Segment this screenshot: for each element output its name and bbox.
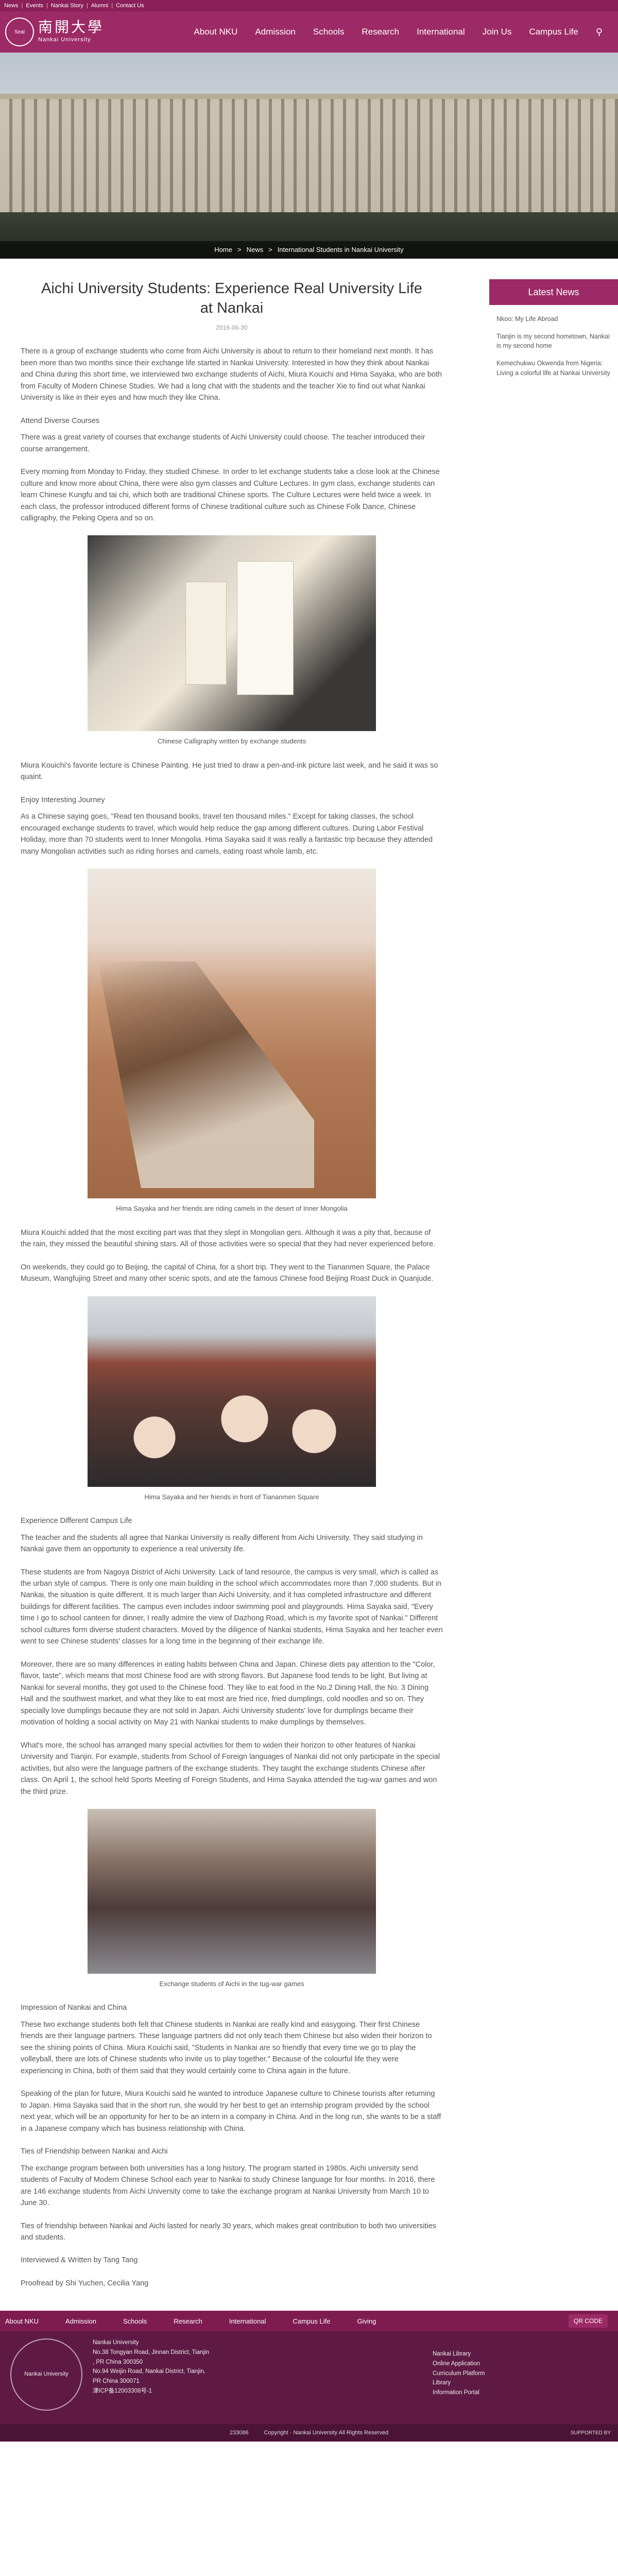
news-item[interactable]: Kemechukwu Okwenda from Nigeria: Living …: [496, 359, 611, 377]
nav-research[interactable]: Research: [362, 25, 399, 39]
footer-nav-campus-life[interactable]: Campus Life: [293, 2316, 330, 2327]
footer-address: Nankai University No.38 Tongyan Road, Ji…: [93, 2340, 210, 2394]
footer-links: Nankai Library Online Application Curric…: [433, 2338, 485, 2417]
footer-link[interactable]: Online Application: [433, 2360, 485, 2368]
article-paragraph: The exchange program between both univer…: [21, 2164, 435, 2208]
figure-caption: Chinese Calligraphy written by exchange …: [157, 737, 306, 745]
section-heading: Ties of Friendship between Nankai and Ai…: [21, 2147, 168, 2156]
figure-camels: Hima Sayaka and her friends are riding c…: [21, 869, 443, 1214]
figure-caption: Exchange students of Aichi in the tug-wa…: [159, 1979, 304, 1988]
news-item[interactable]: Nkoo: My Life Abroad: [496, 314, 611, 324]
footer-link[interactable]: Curriculum Platform: [433, 2369, 485, 2378]
article-date: 2016-06-30: [216, 324, 248, 332]
article: Aichi University Students: Experience Re…: [21, 259, 443, 2300]
nav-join-us[interactable]: Join Us: [483, 25, 512, 39]
logo-chinese-name: 南開大學: [38, 19, 105, 36]
footer-nav-admission[interactable]: Admission: [65, 2316, 96, 2327]
site-footer: Nankai University Nankai University No.3…: [0, 2331, 618, 2425]
breadcrumb-news[interactable]: News: [247, 245, 264, 255]
article-paragraph: Every morning from Monday to Friday, the…: [21, 468, 440, 522]
breadcrumb-current: International Students in Nankai Univers…: [277, 246, 404, 254]
article-paragraph: Miura Kouichi's favorite lecture is Chin…: [21, 761, 438, 782]
nav-campus-life[interactable]: Campus Life: [529, 25, 578, 39]
figure-tiananmen: Hima Sayaka and her friends in front of …: [21, 1296, 443, 1502]
section-heading: Impression of Nankai and China: [21, 2004, 127, 2012]
logo-english-name: Nankai University: [38, 37, 91, 43]
latest-news-heading: Latest News: [489, 279, 618, 305]
article-paragraph: The teacher and the students all agree t…: [21, 1533, 423, 1554]
search-icon[interactable]: ⚲: [596, 25, 603, 39]
footer-seal-icon: Nankai University: [10, 2338, 82, 2411]
footer-nav-about[interactable]: About NKU: [5, 2316, 39, 2327]
main-nav: About NKU Admission Schools Research Int…: [194, 25, 613, 39]
site-logo[interactable]: Seal 南開大學 Nankai University: [5, 18, 104, 46]
top-utility-bar: News | Events | Nankai Story | Alumni | Cont…: [0, 0, 618, 11]
breadcrumb-home[interactable]: Home: [214, 245, 232, 255]
article-credit: Interviewed & Written by Tang Tang: [21, 2256, 138, 2265]
article-paragraph: As a Chinese saying goes, "Read ten thou…: [21, 812, 433, 856]
topbar-link-story[interactable]: Nankai Story: [51, 2, 83, 10]
article-paragraph: On weekends, they could go to Beijing, t…: [21, 1263, 434, 1283]
nav-about[interactable]: About NKU: [194, 25, 237, 39]
qr-code-button[interactable]: QR CODE: [568, 2314, 608, 2328]
section-heading: Experience Different Campus Life: [21, 1517, 132, 1526]
article-paragraph: These two exchange students both felt th…: [21, 2020, 432, 2075]
topbar-link-alumni[interactable]: Alumni: [91, 2, 109, 10]
sidebar: Latest News Nkoo: My Life Abroad Tianjin…: [489, 259, 618, 2300]
tug-war-photo: [88, 1808, 376, 1974]
copyright-text: Copyright · Nankai University All Rights…: [264, 2430, 389, 2436]
article-paragraph: What's more, the school has arranged man…: [21, 1741, 440, 1796]
site-header: Seal 南開大學 Nankai University About NKU Ad…: [0, 11, 618, 53]
visit-counter: 233086: [229, 2430, 249, 2436]
article-paragraph: There was a great variety of courses tha…: [21, 433, 425, 453]
logo-seal-icon: Seal: [5, 18, 34, 46]
footer-link[interactable]: Nankai Library: [433, 2350, 485, 2359]
figure-tug-war: Exchange students of Aichi in the tug-wa…: [21, 1808, 443, 1989]
hero-banner: Home > News > International Students in …: [0, 53, 618, 259]
footer-nav: About NKU Admission Schools Research Int…: [0, 2311, 618, 2332]
topbar-link-contact[interactable]: Contact Us: [116, 2, 144, 10]
tiananmen-photo: [88, 1296, 376, 1487]
figure-calligraphy: Chinese Calligraphy written by exchange …: [21, 535, 443, 747]
hero-building-image: [0, 99, 618, 212]
camels-photo: [88, 869, 376, 1199]
article-paragraph: Ties of friendship between Nankai and Ai…: [21, 2222, 437, 2242]
breadcrumb: Home > News > International Students in …: [0, 241, 618, 259]
footer-link[interactable]: Library: [433, 2379, 485, 2387]
article-credit: Proofread by Shi Yuchen, Cecilia Yang: [21, 2279, 149, 2287]
section-heading: Attend Diverse Courses: [21, 416, 100, 425]
nav-international[interactable]: International: [417, 25, 465, 39]
footer-link[interactable]: Information Portal: [433, 2388, 485, 2397]
nav-admission[interactable]: Admission: [255, 25, 295, 39]
topbar-link-events[interactable]: Events: [26, 2, 43, 10]
footer-nav-international[interactable]: International: [229, 2316, 266, 2327]
footer-nav-giving[interactable]: Giving: [357, 2316, 376, 2327]
topbar-link-news[interactable]: News: [4, 2, 19, 10]
footer-nav-schools[interactable]: Schools: [123, 2316, 147, 2327]
copyright-bar: 233086 Copyright · Nankai University All…: [0, 2424, 618, 2442]
section-heading: Enjoy Interesting Journey: [21, 795, 105, 804]
article-paragraph: Miura Kouichi added that the most exciti…: [21, 1228, 436, 1249]
nav-schools[interactable]: Schools: [313, 25, 344, 39]
calligraphy-photo: [88, 535, 376, 732]
news-item[interactable]: Tianjin is my second hometown, Nankai is…: [496, 332, 611, 350]
article-title: Aichi University Students: Experience Re…: [41, 280, 422, 316]
support-brand: SUPPORTED BY: [570, 2430, 611, 2436]
figure-caption: Hima Sayaka and her friends are riding c…: [116, 1205, 348, 1213]
article-paragraph: These students are from Nagoya District …: [21, 1568, 443, 1646]
article-paragraph: There is a group of exchange students wh…: [21, 347, 442, 402]
article-paragraph: Moreover, there are so many differences …: [21, 1660, 435, 1727]
figure-caption: Hima Sayaka and her friends in front of …: [144, 1493, 319, 1501]
footer-nav-research[interactable]: Research: [174, 2316, 202, 2327]
article-paragraph: Speaking of the plan for future, Miura K…: [21, 2090, 441, 2133]
